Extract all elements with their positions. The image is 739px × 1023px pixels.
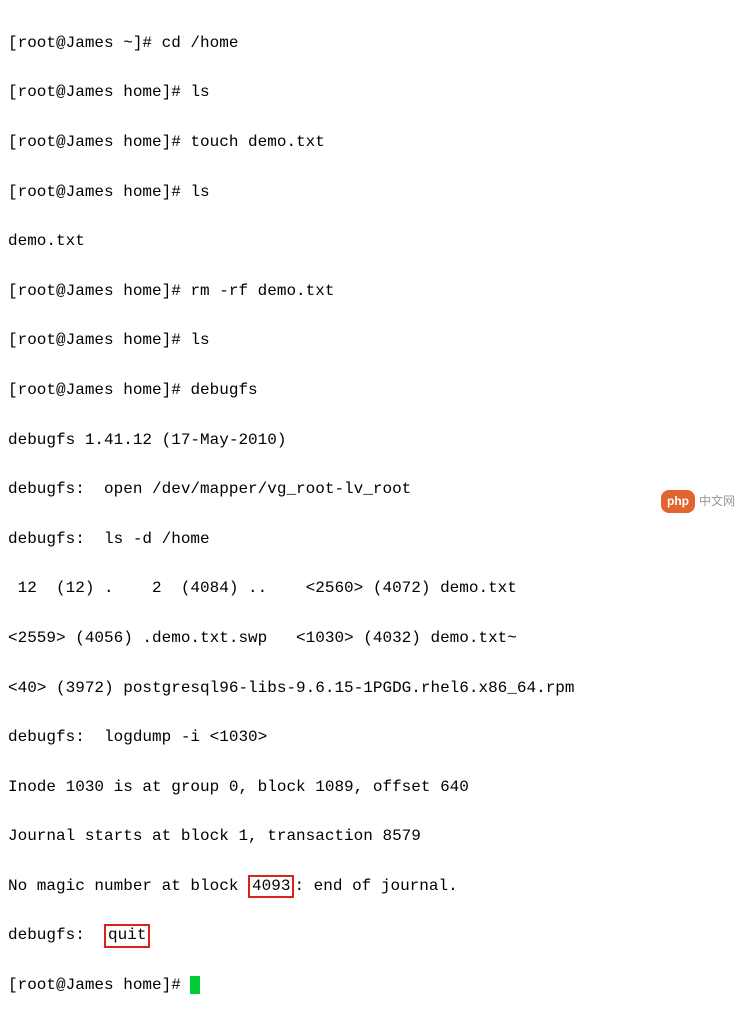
terminal-line: Inode 1030 is at group 0, block 1089, of… bbox=[8, 775, 731, 800]
prompt: [root@James home]# bbox=[8, 83, 190, 101]
terminal-line: [root@James home]# touch demo.txt bbox=[8, 130, 731, 155]
command: rm -rf demo.txt bbox=[190, 282, 334, 300]
terminal-line: debugfs 1.41.12 (17-May-2010) bbox=[8, 428, 731, 453]
terminal-line: [root@James ~]# cd /home bbox=[8, 31, 731, 56]
command: touch demo.txt bbox=[190, 133, 324, 151]
output-text: No magic number at block bbox=[8, 877, 248, 895]
terminal-line: [root@James home]# ls bbox=[8, 328, 731, 353]
terminal-output[interactable]: [root@James ~]# cd /home [root@James hom… bbox=[8, 6, 731, 1023]
terminal-line: <2559> (4056) .demo.txt.swp <1030> (4032… bbox=[8, 626, 731, 651]
output-text: <40> (3972) postgresql96-libs-9.6.15-1PG… bbox=[8, 679, 603, 697]
prompt: [root@James home]# bbox=[8, 183, 190, 201]
terminal-line: [root@James home]# ls bbox=[8, 180, 731, 205]
output-text: 12 (12) . 2 (4084) .. <2560> (4072) demo… bbox=[8, 579, 546, 597]
terminal-line: debugfs: ls -d /home bbox=[8, 527, 731, 552]
prompt: [root@James home]# bbox=[8, 381, 190, 399]
prompt: [root@James home]# bbox=[8, 282, 190, 300]
watermark-pill: php bbox=[661, 490, 695, 513]
terminal-line: [root@James home]# bbox=[8, 973, 731, 998]
output-text: debugfs: logdump -i <1030> bbox=[8, 728, 267, 746]
highlight-quit-command: quit bbox=[104, 924, 150, 947]
terminal-line: [root@James home]# ls bbox=[8, 80, 731, 105]
terminal-line: debugfs: open /dev/mapper/vg_root-lv_roo… bbox=[8, 477, 731, 502]
cursor-icon bbox=[190, 976, 200, 994]
output-text: Journal starts at block 1, transaction 8… bbox=[8, 827, 421, 845]
output-text: <2559> (4056) .demo.txt.swp <1030> (4032… bbox=[8, 629, 546, 647]
terminal-line: Journal starts at block 1, transaction 8… bbox=[8, 824, 731, 849]
output-text: debugfs: open /dev/mapper/vg_root-lv_roo… bbox=[8, 480, 411, 498]
output-text: demo.txt bbox=[8, 232, 85, 250]
terminal-line: <40> (3972) postgresql96-libs-9.6.15-1PG… bbox=[8, 676, 731, 701]
output-text: : end of journal. bbox=[294, 877, 457, 895]
command: ls bbox=[190, 331, 209, 349]
terminal-line: No magic number at block 4093: end of jo… bbox=[8, 874, 731, 899]
terminal-line: [root@James home]# rm -rf demo.txt bbox=[8, 279, 731, 304]
command: ls bbox=[190, 183, 209, 201]
command: debugfs bbox=[190, 381, 257, 399]
terminal-line: debugfs: logdump -i <1030> bbox=[8, 725, 731, 750]
highlight-block-number: 4093 bbox=[248, 875, 294, 898]
terminal-line: 12 (12) . 2 (4084) .. <2560> (4072) demo… bbox=[8, 576, 731, 601]
output-text: debugfs 1.41.12 (17-May-2010) bbox=[8, 431, 286, 449]
prompt: [root@James home]# bbox=[8, 331, 190, 349]
terminal-line: debugfs: quit bbox=[8, 923, 731, 948]
output-text: Inode 1030 is at group 0, block 1089, of… bbox=[8, 778, 469, 796]
prompt: [root@James home]# bbox=[8, 976, 190, 994]
watermark: php 中文网 bbox=[661, 490, 735, 513]
output-text: debugfs: bbox=[8, 926, 104, 944]
output-text: debugfs: ls -d /home bbox=[8, 530, 210, 548]
prompt: [root@James ~]# bbox=[8, 34, 162, 52]
watermark-text: 中文网 bbox=[699, 492, 735, 511]
command: cd /home bbox=[162, 34, 239, 52]
prompt: [root@James home]# bbox=[8, 133, 190, 151]
terminal-line: demo.txt bbox=[8, 229, 731, 254]
terminal-line: [root@James home]# debugfs bbox=[8, 378, 731, 403]
command: ls bbox=[190, 83, 209, 101]
